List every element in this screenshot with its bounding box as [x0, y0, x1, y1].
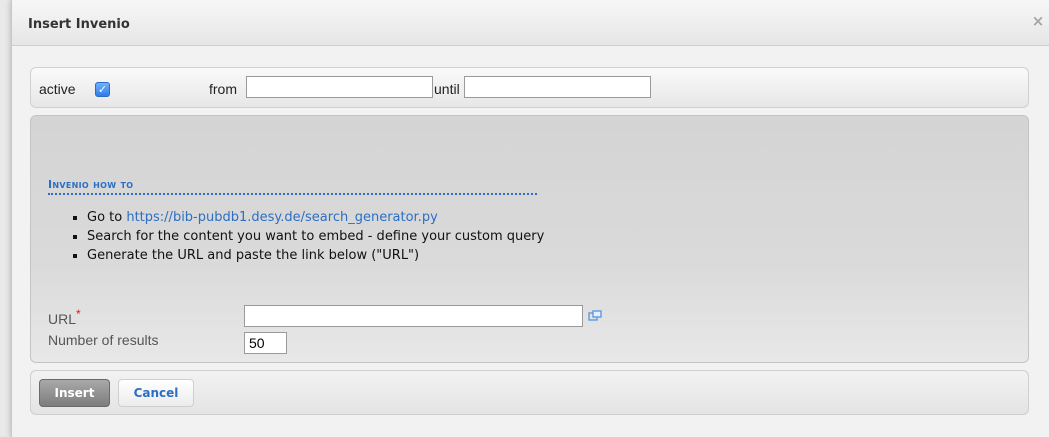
howto-step: Generate the URL and paste the link belo… — [87, 246, 544, 265]
howto-step: Go to https://bib-pubdb1.desy.de/search_… — [87, 208, 544, 227]
active-label: active — [39, 81, 76, 97]
close-icon[interactable]: × — [1031, 14, 1045, 29]
required-marker: * — [76, 307, 81, 321]
popup-window-icon[interactable] — [588, 310, 602, 322]
howto-heading: Invenio how to — [48, 178, 537, 195]
url-label-text: URL — [48, 311, 77, 327]
howto-step: Search for the content you want to embed… — [87, 227, 544, 246]
dialog-title: Insert Invenio — [28, 17, 130, 32]
from-date-input[interactable] — [246, 76, 433, 98]
insert-button[interactable]: Insert — [39, 379, 110, 407]
cancel-button[interactable]: Cancel — [118, 379, 194, 407]
url-label: URL* — [48, 307, 81, 327]
invenio-settings-panel: Invenio how to Go to https://bib-pubdb1.… — [30, 115, 1029, 363]
howto-step-prefix: Go to — [87, 210, 127, 225]
until-label: until — [434, 81, 460, 97]
visibility-settings-row: active ✓ from until — [30, 67, 1029, 108]
from-label: from — [209, 81, 237, 97]
number-of-results-input[interactable] — [244, 332, 287, 354]
until-date-input[interactable] — [464, 76, 651, 98]
dialog-button-bar: Insert Cancel — [30, 370, 1029, 415]
search-generator-link[interactable]: https://bib-pubdb1.desy.de/search_genera… — [126, 210, 437, 225]
howto-steps-list: Go to https://bib-pubdb1.desy.de/search_… — [65, 208, 544, 265]
number-of-results-label: Number of results — [48, 332, 159, 348]
active-checkbox[interactable]: ✓ — [95, 82, 110, 97]
url-input[interactable] — [244, 305, 583, 327]
dialog-titlebar: Insert Invenio × — [12, 0, 1049, 46]
